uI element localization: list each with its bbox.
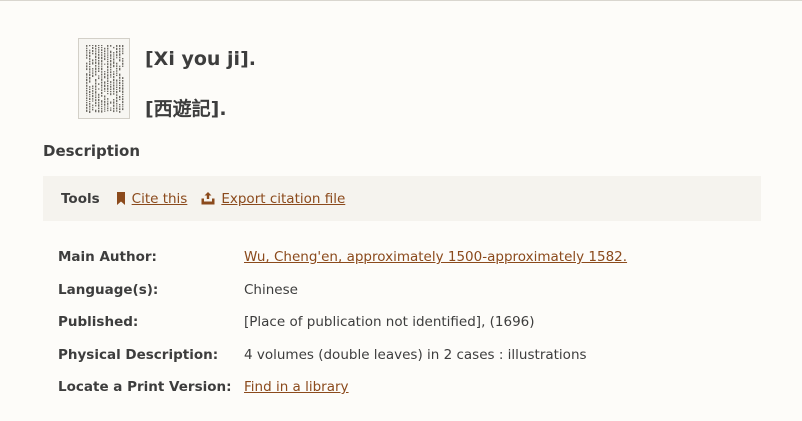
description-heading: Description xyxy=(43,142,141,160)
detail-label: Locate a Print Version: xyxy=(58,379,232,396)
record-title: [Xi you ji]. xyxy=(145,48,256,70)
detail-value: [Place of publication not identified], (… xyxy=(244,314,535,331)
detail-label: Physical Description: xyxy=(58,346,219,363)
author-link[interactable]: Wu, Cheng'en, approximately 1500-approxi… xyxy=(244,249,627,265)
detail-label: Main Author: xyxy=(58,249,157,266)
detail-row-published: Published: [Place of publication not ide… xyxy=(58,306,627,339)
detail-row-print-version: Locate a Print Version: Find in a librar… xyxy=(58,371,627,404)
detail-row-physical-description: Physical Description: 4 volumes (double … xyxy=(58,339,627,372)
find-in-library-link[interactable]: Find in a library xyxy=(244,379,349,395)
export-citation-label: Export citation file xyxy=(221,190,346,207)
export-citation-link[interactable]: Export citation file xyxy=(201,191,345,207)
export-tray-icon xyxy=(201,192,215,205)
record-details-table: Main Author: Wu, Cheng'en, approximately… xyxy=(58,241,627,404)
detail-label: Language(s): xyxy=(58,281,159,298)
tools-label: Tools xyxy=(61,190,100,207)
cite-this-label: Cite this xyxy=(131,190,188,207)
detail-row-language: Language(s): Chinese xyxy=(58,274,627,307)
detail-row-main-author: Main Author: Wu, Cheng'en, approximately… xyxy=(58,241,627,274)
cite-this-link[interactable]: Cite this xyxy=(116,190,188,207)
bookmark-icon xyxy=(116,192,126,205)
record-thumbnail[interactable] xyxy=(78,38,130,119)
record-title-original-script: [西遊記]. xyxy=(145,98,227,120)
detail-value: 4 volumes (double leaves) in 2 cases : i… xyxy=(244,346,587,363)
tools-bar: Tools Cite this Export citation file xyxy=(43,176,761,221)
detail-label: Published: xyxy=(58,314,139,331)
detail-value: Chinese xyxy=(244,281,298,298)
